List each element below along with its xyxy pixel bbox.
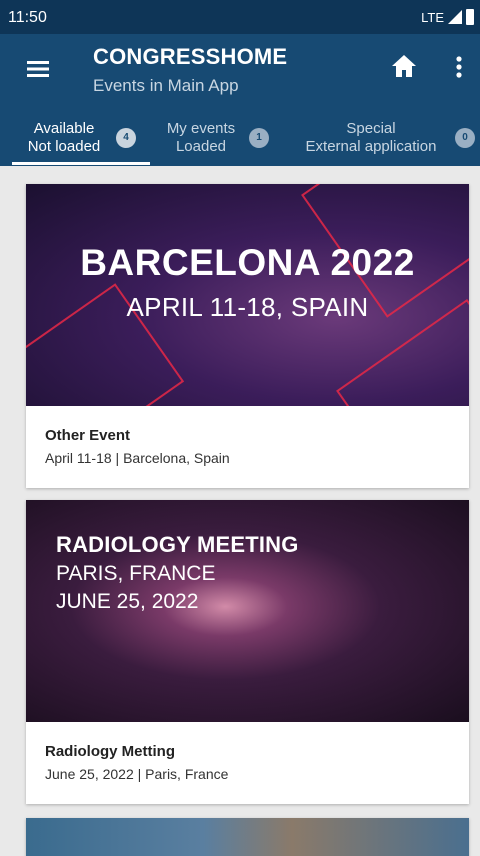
tab-available[interactable]: Available Not loaded 4 [12, 106, 150, 166]
event-card[interactable] [26, 818, 469, 856]
tab-available-label: Available Not loaded [12, 120, 116, 156]
home-button[interactable] [390, 52, 418, 80]
menu-button[interactable] [24, 56, 54, 82]
tab-special[interactable]: Special External application 0 [290, 106, 478, 166]
app-bar: CONGRESSHOME Events in Main App [0, 34, 480, 106]
network-label: LTE [421, 9, 444, 25]
tab-special-line1: Special [346, 120, 396, 137]
banner-subtitle: APRIL 11-18, SPAIN [126, 292, 369, 322]
tab-my-events-line2: Loaded [175, 138, 227, 155]
tab-my-events-label: My events Loaded [155, 120, 247, 156]
banner-date: JUNE 25, 2022 [56, 590, 199, 613]
tab-special-label: Special External application [290, 120, 452, 156]
tab-my-events-line1: My events [166, 120, 236, 137]
event-list[interactable]: BARCELONA 2022 APRIL 11-18, SPAIN Other … [0, 166, 480, 856]
tab-my-events[interactable]: My events Loaded 1 [155, 106, 275, 166]
tab-available-line1: Available [33, 120, 95, 137]
banner-title: BARCELONA 2022 [80, 242, 415, 283]
more-options-button[interactable] [449, 52, 469, 82]
event-name: Other Event [45, 427, 131, 444]
home-icon [392, 55, 416, 77]
battery-icon [466, 9, 474, 25]
event-banner-image [26, 818, 469, 856]
event-banner-image: BARCELONA 2022 APRIL 11-18, SPAIN [26, 184, 469, 406]
more-vert-icon [456, 56, 462, 78]
event-card[interactable]: BARCELONA 2022 APRIL 11-18, SPAIN Other … [26, 184, 469, 488]
event-details: June 25, 2022 | Paris, France [45, 766, 229, 782]
status-time: 11:50 [8, 9, 47, 26]
event-name: Radiology Metting [45, 743, 175, 760]
event-details: April 11-18 | Barcelona, Spain [45, 450, 230, 466]
event-card[interactable]: RADIOLOGY MEETING PARIS, FRANCE JUNE 25,… [26, 500, 469, 804]
tab-special-line2: External application [305, 138, 437, 155]
event-banner-image: RADIOLOGY MEETING PARIS, FRANCE JUNE 25,… [26, 500, 469, 722]
status-icons: LTE [421, 9, 474, 25]
banner-title: RADIOLOGY MEETING [56, 532, 299, 557]
tab-available-count-badge: 4 [116, 128, 136, 148]
tab-special-count-badge: 0 [455, 128, 475, 148]
signal-icon [448, 10, 462, 24]
app-subtitle: Events in Main App [93, 76, 239, 95]
menu-icon [27, 61, 49, 77]
tab-my-events-count-badge: 1 [249, 128, 269, 148]
app-title: CONGRESSHOME [93, 44, 288, 69]
tab-bar: Available Not loaded 4 My events Loaded … [0, 106, 480, 166]
active-tab-indicator [12, 162, 150, 165]
banner-location: PARIS, FRANCE [56, 562, 216, 585]
status-bar: 11:50 LTE [0, 0, 480, 34]
tab-available-line2: Not loaded [27, 138, 101, 155]
